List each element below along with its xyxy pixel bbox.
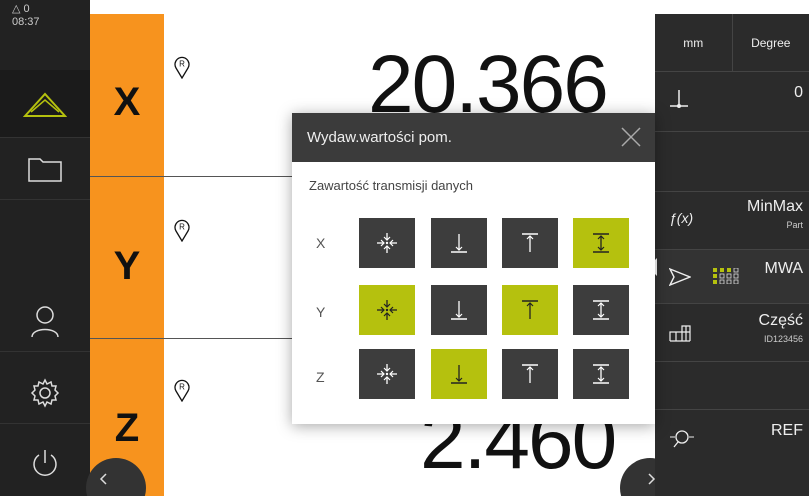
option-z-min[interactable] xyxy=(431,349,487,399)
row-label-z: Z xyxy=(316,369,325,385)
grid-table-icon xyxy=(669,325,691,342)
grid-dots-icon xyxy=(713,268,739,284)
option-z-center[interactable] xyxy=(359,349,415,399)
menu-measure-button[interactable] xyxy=(0,70,90,138)
measured-value-output-dialog: Wydaw.wartości pom. Zawartość transmisji… xyxy=(292,113,655,424)
ref-pin-letter: R xyxy=(179,223,185,232)
empty-row xyxy=(655,362,809,410)
option-x-center[interactable] xyxy=(359,218,415,268)
ref-pin-letter: R xyxy=(179,383,185,392)
measure-icon xyxy=(23,92,67,117)
quick-access-panel: mm Degree 0 ƒ(x) MinMax Part MWA Część I… xyxy=(655,14,809,496)
main-menu: △ 0 08:37 xyxy=(0,0,90,496)
gear-icon xyxy=(30,377,60,408)
reference-mark-icon: R xyxy=(174,219,190,242)
option-y-min[interactable] xyxy=(431,285,487,335)
option-y-max[interactable] xyxy=(502,285,558,335)
option-y-center[interactable] xyxy=(359,285,415,335)
mwa-label: MWA xyxy=(764,260,803,277)
range-icon xyxy=(593,233,609,253)
max-icon xyxy=(522,364,538,383)
row-label-x: X xyxy=(316,235,326,251)
app-root: △ 0 08:37 X Y Z R R R 20.366 2.460 mm De… xyxy=(0,0,809,496)
option-y-range[interactable] xyxy=(573,285,629,335)
part-id: ID123456 xyxy=(763,334,803,344)
clock: 08:37 xyxy=(12,16,40,28)
unit-selector: mm Degree xyxy=(655,14,809,72)
min-icon xyxy=(451,234,467,253)
min-icon xyxy=(451,301,467,320)
chevron-left-icon xyxy=(99,473,107,485)
axis-label-y[interactable]: Y xyxy=(90,244,164,289)
user-icon xyxy=(31,305,59,337)
ref-row[interactable]: REF xyxy=(655,410,809,466)
axis-label-x[interactable]: X xyxy=(90,80,164,125)
preset-value: 0 xyxy=(794,84,803,101)
part-row[interactable]: Część ID123456 xyxy=(655,304,809,362)
reference-mark-icon: R xyxy=(174,56,190,79)
center-icon xyxy=(377,364,397,384)
part-label: Część xyxy=(758,312,803,329)
row-label-y: Y xyxy=(316,304,326,320)
dialog-title: Wydaw.wartości pom. xyxy=(307,129,452,146)
dialog-header: Wydaw.wartości pom. xyxy=(292,113,655,162)
measured-value-output-row[interactable]: MWA xyxy=(655,250,809,304)
reference-mark-icon: R xyxy=(174,379,190,402)
function-row[interactable]: ƒ(x) MinMax Part xyxy=(655,192,809,250)
folder-icon xyxy=(28,157,62,182)
dialog-subtitle: Zawartość transmisji danych xyxy=(309,178,473,193)
preset-row[interactable]: 0 xyxy=(655,72,809,132)
close-icon[interactable] xyxy=(619,125,643,149)
warning-count[interactable]: △ 0 xyxy=(12,2,52,15)
max-icon xyxy=(522,233,538,252)
axis-label-z[interactable]: Z xyxy=(90,406,164,451)
menu-settings-button[interactable] xyxy=(0,362,90,424)
option-z-max[interactable] xyxy=(502,349,558,399)
unit-angle-button[interactable]: Degree xyxy=(731,14,809,71)
unit-length-button[interactable]: mm xyxy=(655,14,732,71)
range-icon xyxy=(593,364,609,384)
option-z-range[interactable] xyxy=(573,349,629,399)
empty-row xyxy=(655,132,809,192)
option-x-min[interactable] xyxy=(431,218,487,268)
menu-power-button[interactable] xyxy=(0,430,90,496)
function-icon: ƒ(x) xyxy=(669,210,694,226)
function-label: MinMax xyxy=(746,198,803,215)
option-x-max[interactable] xyxy=(502,218,558,268)
max-icon xyxy=(522,300,538,319)
send-icon xyxy=(669,268,691,286)
reference-search-icon xyxy=(670,430,694,448)
ref-label: REF xyxy=(771,422,803,439)
axis-divider xyxy=(90,176,293,177)
axis-column: X Y Z xyxy=(90,14,164,496)
ref-pin-letter: R xyxy=(179,60,185,69)
status-bar: △ 0 08:37 xyxy=(0,0,90,70)
function-sub: Part xyxy=(786,220,803,230)
power-icon xyxy=(33,450,57,476)
axis-divider xyxy=(90,338,293,339)
option-x-range[interactable] xyxy=(573,218,629,268)
origin-icon xyxy=(670,90,688,108)
menu-user-button[interactable] xyxy=(0,290,90,352)
range-icon xyxy=(593,300,609,320)
menu-files-button[interactable] xyxy=(0,138,90,200)
center-icon xyxy=(377,233,397,253)
min-icon xyxy=(451,365,467,384)
center-icon xyxy=(377,300,397,320)
